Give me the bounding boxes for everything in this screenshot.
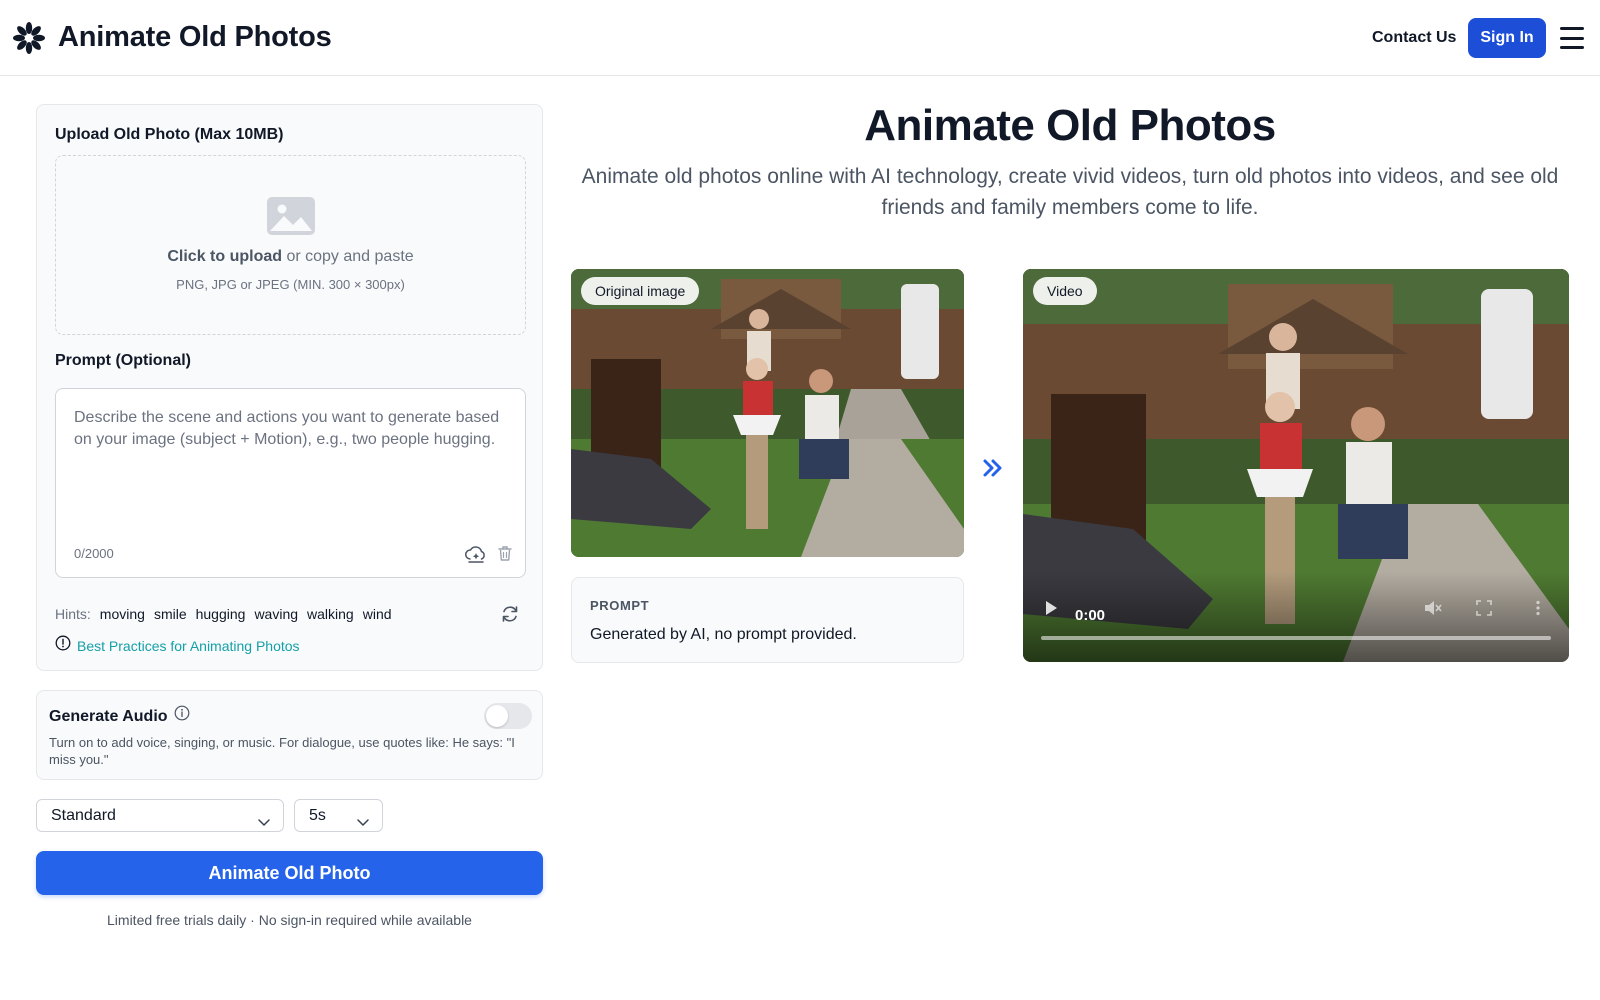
generate-audio-description: Turn on to add voice, singing, or music.…: [49, 735, 515, 767]
video-example-player[interactable]: Video 0:00: [1023, 269, 1569, 662]
generate-audio-toggle[interactable]: [484, 703, 532, 729]
original-image-label: Original image: [581, 277, 700, 305]
free-trial-note: Limited free trials daily · No sign-in r…: [107, 912, 472, 928]
hint-chip[interactable]: walking: [307, 604, 354, 624]
page-title: Animate Old Photos: [864, 101, 1276, 150]
example-prompt-text: Generated by AI, no prompt provided.: [590, 626, 857, 643]
double-chevron-right-icon: [980, 455, 1006, 481]
upload-formats: PNG, JPG or JPEG (MIN. 300 × 300px): [176, 277, 405, 292]
menu-bar: [1560, 27, 1584, 30]
original-photo-illustration: [571, 269, 964, 557]
video-time: 0:00: [1075, 607, 1106, 624]
info-circle-icon: [55, 635, 71, 656]
prompt-label: Prompt (Optional): [55, 352, 191, 369]
contact-us-link[interactable]: Contact Us: [1372, 26, 1456, 50]
upload-label: Upload Old Photo (Max 10MB): [55, 126, 284, 143]
mute-icon[interactable]: [1423, 599, 1443, 622]
prompt-char-counter: 0/2000: [74, 546, 114, 561]
quality-select[interactable]: Standard: [36, 799, 284, 832]
upload-dropzone[interactable]: Click to upload or copy and paste PNG, J…: [55, 155, 526, 335]
fullscreen-icon[interactable]: [1476, 600, 1492, 621]
more-options-icon[interactable]: [1535, 600, 1541, 621]
hint-chip[interactable]: moving: [100, 604, 145, 624]
play-icon[interactable]: [1043, 599, 1059, 622]
top-navbar: Animate Old Photos Contact Us Sign In: [0, 0, 1600, 76]
animate-old-photo-button[interactable]: Animate Old Photo: [36, 851, 543, 895]
best-practices-row: Best Practices for Animating Photos: [55, 635, 300, 656]
refresh-hints-icon[interactable]: [499, 603, 521, 625]
info-icon[interactable]: [174, 705, 190, 728]
click-to-upload-text[interactable]: Click to upload: [167, 248, 282, 265]
upload-panel: Upload Old Photo (Max 10MB) Click to upl…: [36, 104, 543, 671]
sparkle-logo-icon[interactable]: [12, 18, 46, 58]
video-label: Video: [1033, 277, 1097, 305]
prompt-box: 0/2000: [55, 388, 526, 578]
hints-label: Hints:: [55, 606, 91, 622]
hint-chip[interactable]: hugging: [196, 604, 246, 624]
video-progress-bar[interactable]: [1041, 636, 1551, 640]
hamburger-menu-icon[interactable]: [1558, 24, 1586, 52]
quality-select-value: Standard: [51, 807, 116, 824]
prompt-textarea[interactable]: [56, 389, 525, 529]
example-prompt-card: PROMPT Generated by AI, no prompt provid…: [571, 577, 964, 663]
toggle-knob: [486, 705, 508, 727]
menu-bar: [1560, 46, 1584, 49]
hint-chip[interactable]: wind: [363, 604, 392, 624]
copy-paste-text: or copy and paste: [282, 248, 414, 265]
chevron-down-icon: [356, 809, 370, 826]
image-placeholder-icon: [266, 196, 316, 236]
hints-row: Hints: moving smile hugging waving walki…: [55, 604, 392, 624]
best-practices-link[interactable]: Best Practices for Animating Photos: [77, 636, 300, 656]
magic-enhance-icon[interactable]: [465, 544, 485, 564]
original-image-example: Original image: [571, 269, 964, 557]
generate-audio-panel: Generate Audio Turn on to add voice, sin…: [36, 690, 543, 780]
generate-audio-label: Generate Audio: [49, 707, 168, 725]
hint-chip[interactable]: smile: [154, 604, 187, 624]
chevron-down-icon: [257, 809, 271, 826]
menu-bar: [1560, 36, 1584, 40]
sign-in-button[interactable]: Sign In: [1468, 18, 1546, 58]
trash-icon[interactable]: [496, 544, 516, 564]
hint-chip[interactable]: waving: [254, 604, 298, 624]
duration-select-value: 5s: [309, 807, 326, 824]
generate-audio-title: Generate Audio: [49, 705, 190, 728]
example-prompt-label: PROMPT: [590, 598, 650, 613]
page-subtitle: Animate old photos online with AI techno…: [581, 165, 1559, 219]
upload-instructions: Click to upload or copy and paste: [56, 246, 525, 268]
brand-name[interactable]: Animate Old Photos: [58, 18, 332, 56]
duration-select[interactable]: 5s: [294, 799, 383, 832]
